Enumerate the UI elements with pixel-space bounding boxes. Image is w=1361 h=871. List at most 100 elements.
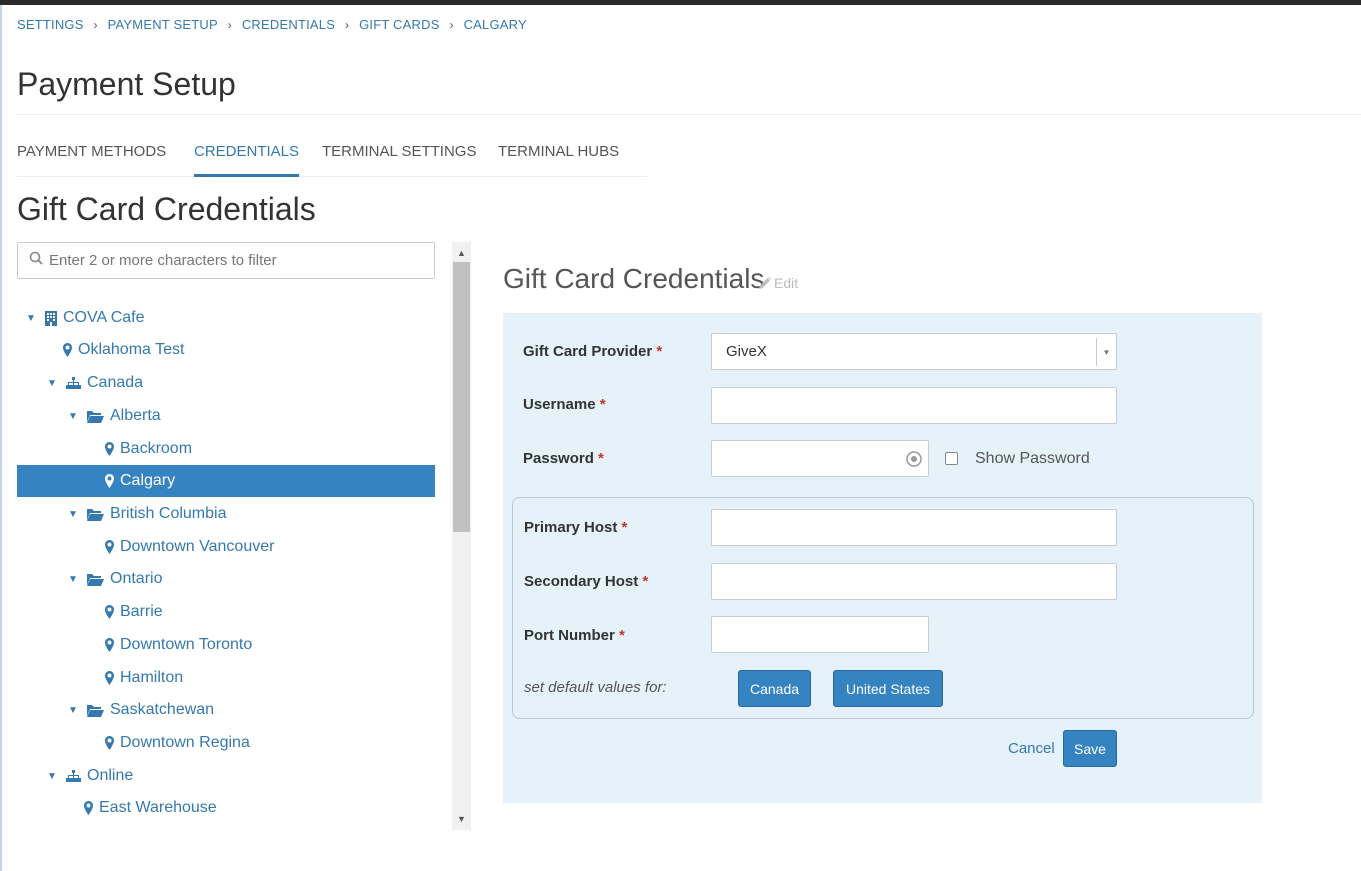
username-input[interactable] (711, 387, 1117, 424)
sitemap-icon (66, 377, 81, 389)
provider-select[interactable]: GiveX ▼ (711, 333, 1117, 370)
username-label: Username * (523, 396, 606, 413)
show-password-label[interactable]: Show Password (975, 450, 1090, 468)
map-marker-icon (63, 343, 72, 357)
tree-node-downtown-regina[interactable]: Downtown Regina (17, 727, 435, 759)
tab-payment-methods[interactable]: PAYMENT METHODS (17, 143, 166, 177)
primary-host-input[interactable] (711, 509, 1117, 546)
provider-selected-value: GiveX (726, 343, 767, 360)
scroll-thumb[interactable] (453, 262, 470, 532)
tree-node-calgary[interactable]: Calgary (17, 465, 435, 497)
tab-terminal-settings[interactable]: TERMINAL SETTINGS (322, 143, 476, 177)
breadcrumb-credentials[interactable]: CREDENTIALS (242, 17, 335, 32)
tree-node-label: Downtown Toronto (120, 636, 253, 653)
tree-node-hamilton[interactable]: Hamilton (17, 662, 435, 694)
left-edge (0, 5, 2, 871)
folder-open-icon (87, 573, 104, 586)
breadcrumb-gift-cards[interactable]: GIFT CARDS (359, 17, 440, 32)
password-reveal-icon[interactable] (906, 451, 922, 472)
tree-node-downtown-vancouver[interactable]: Downtown Vancouver (17, 531, 435, 563)
tree-node-label: Hamilton (120, 669, 184, 686)
password-label-text: Password (523, 450, 594, 467)
chevron-right-icon: › (449, 17, 454, 32)
required-marker: * (621, 519, 628, 536)
tab-credentials[interactable]: CREDENTIALS (194, 143, 300, 177)
tree-node-oklahoma-test[interactable]: Oklahoma Test (17, 334, 435, 366)
tab-terminal-hubs[interactable]: TERMINAL HUBS (498, 143, 619, 177)
tree-node-saskatchewan[interactable]: ▼ Saskatchewan (17, 694, 435, 726)
caret-down-icon[interactable]: ▼ (67, 411, 79, 422)
tree-node-label: Canada (87, 374, 144, 391)
caret-down-icon[interactable]: ▼ (46, 771, 58, 782)
tree-node-label: Saskatchewan (110, 701, 215, 718)
canada-defaults-button[interactable]: Canada (738, 670, 811, 707)
edit-link[interactable]: Edit (759, 275, 798, 291)
required-marker: * (619, 627, 625, 644)
caret-down-icon[interactable]: ▼ (25, 313, 37, 324)
tree-node-backroom[interactable]: Backroom (17, 433, 435, 465)
tree-node-label: Downtown Vancouver (120, 538, 275, 555)
united-states-defaults-button[interactable]: United States (833, 670, 943, 707)
map-marker-icon (105, 638, 114, 652)
caret-down-icon[interactable]: ▼ (67, 509, 79, 520)
map-marker-icon (105, 605, 114, 619)
search-icon (29, 251, 43, 270)
required-marker: * (642, 573, 649, 590)
breadcrumb-settings[interactable]: SETTINGS (17, 17, 84, 32)
provider-label-text: Gift Card Provider (523, 343, 653, 360)
map-marker-icon (105, 442, 114, 456)
secondary-host-input[interactable] (711, 563, 1117, 600)
breadcrumb-payment-setup[interactable]: PAYMENT SETUP (108, 17, 218, 32)
folder-open-icon (87, 508, 104, 521)
show-password-checkbox[interactable] (945, 452, 958, 465)
pencil-icon (759, 277, 771, 289)
primary-host-label: Primary Host * (524, 519, 627, 536)
dropdown-arrow-icon[interactable]: ▼ (1096, 338, 1116, 366)
tree-node-alberta[interactable]: ▼ Alberta (17, 400, 435, 432)
tree-scrollbar[interactable]: ▲ ▼ (452, 242, 471, 830)
tree-node-cova-cafe[interactable]: ▼ COVA Cafe (17, 302, 435, 334)
page-title: Payment Setup (17, 66, 236, 102)
password-label: Password * (523, 450, 604, 467)
chevron-right-icon: › (344, 17, 350, 32)
required-marker: * (656, 343, 663, 360)
tree-node-label: Alberta (110, 407, 161, 424)
secondary-host-label: Secondary Host * (524, 573, 648, 590)
tree-node-label: Calgary (120, 472, 176, 489)
map-marker-icon (105, 474, 114, 488)
breadcrumb: SETTINGS › PAYMENT SETUP › CREDENTIALS ›… (17, 17, 527, 32)
tree-node-barrie[interactable]: Barrie (17, 596, 435, 628)
secondary-host-label-text: Secondary Host (524, 573, 639, 590)
folder-open-icon (87, 410, 104, 423)
breadcrumb-calgary[interactable]: CALGARY (464, 17, 527, 32)
tree-node-canada[interactable]: ▼ Canada (17, 367, 435, 399)
tree-node-online[interactable]: ▼ Online (17, 760, 435, 792)
tree-node-downtown-toronto[interactable]: Downtown Toronto (17, 629, 435, 661)
section-title: Gift Card Credentials (17, 191, 316, 227)
port-number-label-text: Port Number (524, 627, 615, 644)
tree-node-east-warehouse[interactable]: East Warehouse (17, 792, 435, 824)
save-button[interactable]: Save (1063, 730, 1117, 767)
map-marker-icon (105, 671, 114, 685)
tree-node-label: Backroom (120, 440, 193, 457)
filter-input[interactable] (49, 252, 419, 269)
required-marker: * (598, 450, 604, 467)
cancel-button[interactable]: Cancel (1008, 740, 1055, 757)
scroll-up-arrow-icon[interactable]: ▲ (452, 244, 471, 262)
caret-down-icon[interactable]: ▼ (46, 378, 58, 389)
tree-node-ontario[interactable]: ▼ Ontario (17, 563, 435, 595)
password-input[interactable] (711, 440, 929, 477)
tree-node-british-columbia[interactable]: ▼ British Columbia (17, 498, 435, 530)
tree-node-label: Online (87, 767, 134, 784)
caret-down-icon[interactable]: ▼ (67, 705, 79, 716)
port-number-input[interactable] (711, 616, 929, 653)
host-settings-group: Primary Host * Secondary Host * Port Num… (512, 497, 1254, 719)
provider-label: Gift Card Provider * (523, 343, 662, 360)
sitemap-icon (66, 770, 81, 782)
title-divider (17, 114, 1361, 115)
scroll-down-arrow-icon[interactable]: ▼ (452, 810, 471, 828)
chevron-right-icon: › (227, 17, 232, 32)
caret-down-icon[interactable]: ▼ (67, 574, 79, 585)
building-icon (45, 310, 57, 326)
tree-node-label: Downtown Regina (120, 734, 250, 751)
